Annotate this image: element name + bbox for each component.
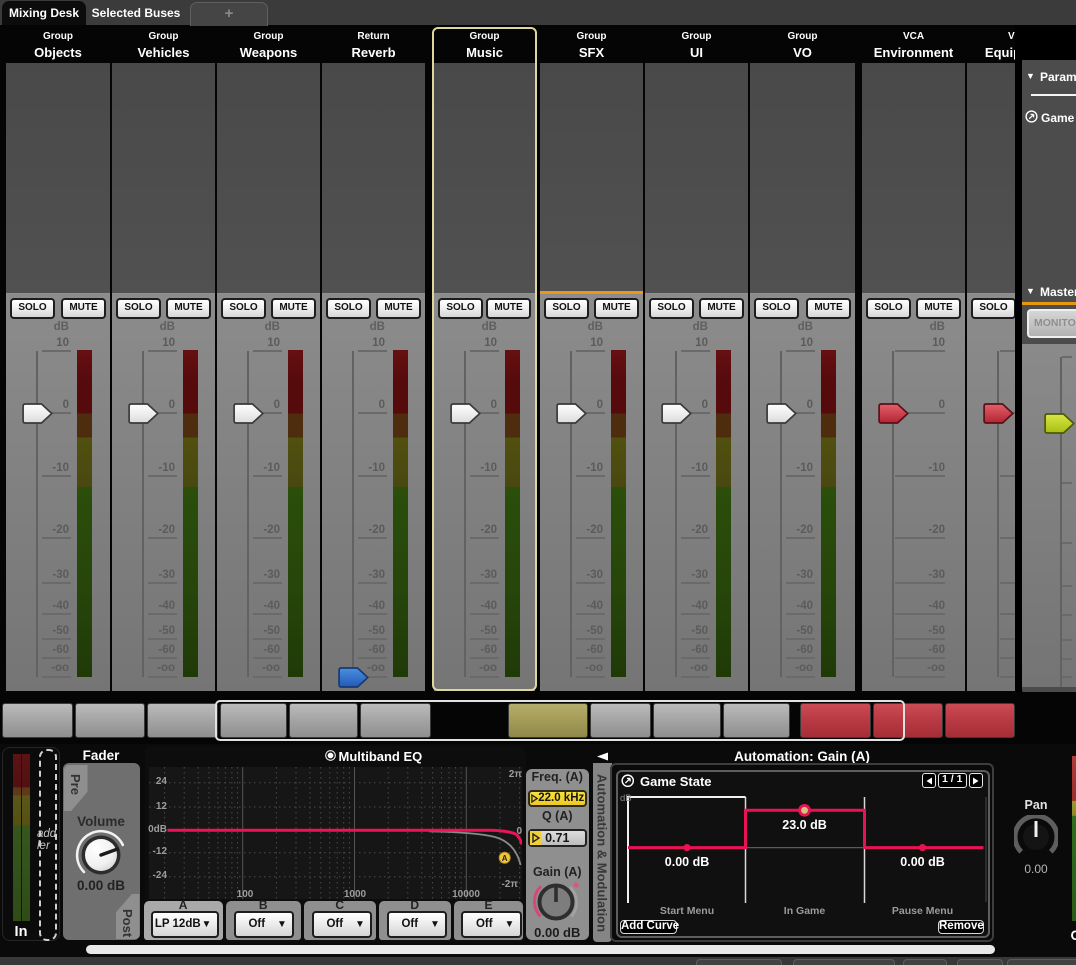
svg-text:A: A	[502, 853, 508, 862]
